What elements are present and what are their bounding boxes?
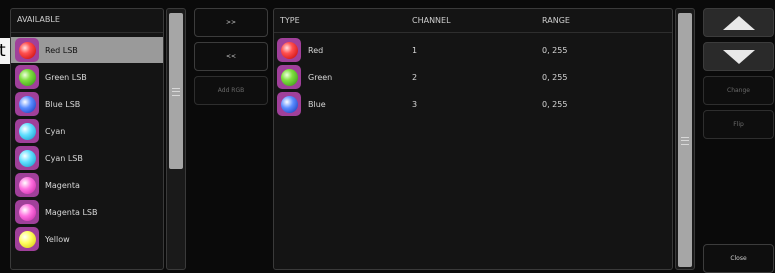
move-down-button[interactable]: [703, 42, 774, 71]
color-swatch-icon: [15, 200, 39, 224]
channel-column-header: CHANNEL: [412, 16, 451, 25]
channel-number-cell: 3: [412, 100, 418, 109]
available-item-label: Cyan LSB: [45, 153, 83, 163]
available-item-label: Magenta: [45, 180, 80, 190]
available-item-label: Yellow: [45, 234, 70, 244]
flip-button[interactable]: Flip: [703, 110, 774, 139]
color-ball-icon: [18, 68, 36, 86]
close-button[interactable]: Close: [703, 244, 774, 273]
channel-range-cell: 0, 255: [542, 46, 568, 55]
color-swatch-icon: [15, 146, 39, 170]
channel-type-cell: Green: [308, 73, 333, 82]
available-list-item[interactable]: Magenta: [11, 172, 163, 198]
color-ball-icon: [280, 41, 298, 59]
color-ball-icon: [18, 176, 36, 194]
grip-icon: [681, 137, 689, 145]
type-column-header: TYPE: [280, 16, 300, 25]
color-ball-icon: [18, 230, 36, 248]
available-panel: AVAILABLE Red LSB Green LSB Blue LSB Cyan Cy…: [10, 8, 164, 270]
channels-panel: TYPE CHANNEL RANGE Red 1 0, 255 Green 2 0, 25…: [273, 8, 673, 270]
color-swatch-icon: [15, 227, 39, 251]
channel-range-cell: 0, 255: [542, 100, 568, 109]
move-up-button[interactable]: [703, 8, 774, 37]
color-swatch-icon: [15, 173, 39, 197]
available-item-label: Cyan: [45, 126, 66, 136]
color-swatch-icon: [277, 92, 301, 116]
color-ball-icon: [18, 122, 36, 140]
channel-row[interactable]: Green 2 0, 255: [274, 64, 672, 90]
available-scrollbar-thumb[interactable]: [169, 13, 183, 169]
channel-number-cell: 2: [412, 73, 418, 82]
available-list-item[interactable]: Green LSB: [11, 64, 163, 90]
add-button[interactable]: >>: [194, 8, 268, 37]
channel-row[interactable]: Red 1 0, 255: [274, 37, 672, 63]
color-swatch-icon: [15, 65, 39, 89]
available-list-item[interactable]: Blue LSB: [11, 91, 163, 117]
triangle-up-icon: [722, 15, 755, 30]
channel-type-cell: Blue: [308, 100, 326, 109]
stray-text: t: [0, 38, 10, 64]
channel-type-cell: Red: [308, 46, 324, 55]
channels-header-bar: [274, 9, 672, 33]
change-button[interactable]: Change: [703, 76, 774, 105]
color-ball-icon: [280, 68, 298, 86]
available-list-item[interactable]: Yellow: [11, 226, 163, 252]
color-ball-icon: [18, 41, 36, 59]
available-scrollbar[interactable]: [166, 8, 186, 270]
range-column-header: RANGE: [542, 16, 570, 25]
color-swatch-icon: [15, 92, 39, 116]
add-rgb-button[interactable]: Add RGB: [194, 76, 268, 105]
remove-button[interactable]: <<: [194, 42, 268, 71]
available-item-label: Blue LSB: [45, 99, 81, 109]
available-list-item[interactable]: Red LSB: [11, 37, 163, 63]
channels-scrollbar-thumb[interactable]: [678, 13, 692, 267]
color-swatch-icon: [15, 119, 39, 143]
grip-icon: [172, 88, 180, 96]
color-swatch-icon: [15, 38, 39, 62]
available-header: AVAILABLE: [11, 9, 163, 33]
color-ball-icon: [18, 203, 36, 221]
available-item-label: Green LSB: [45, 72, 87, 82]
channels-scrollbar[interactable]: [675, 8, 695, 270]
channel-range-cell: 0, 255: [542, 73, 568, 82]
color-swatch-icon: [277, 65, 301, 89]
triangle-down-icon: [722, 49, 755, 64]
available-list-item[interactable]: Cyan LSB: [11, 145, 163, 171]
available-list-item[interactable]: Cyan: [11, 118, 163, 144]
color-ball-icon: [18, 149, 36, 167]
available-item-label: Magenta LSB: [45, 207, 98, 217]
color-swatch-icon: [277, 38, 301, 62]
available-item-label: Red LSB: [45, 45, 78, 55]
channel-row[interactable]: Blue 3 0, 255: [274, 91, 672, 117]
available-list-item[interactable]: Magenta LSB: [11, 199, 163, 225]
channel-number-cell: 1: [412, 46, 418, 55]
color-ball-icon: [280, 95, 298, 113]
color-ball-icon: [18, 95, 36, 113]
